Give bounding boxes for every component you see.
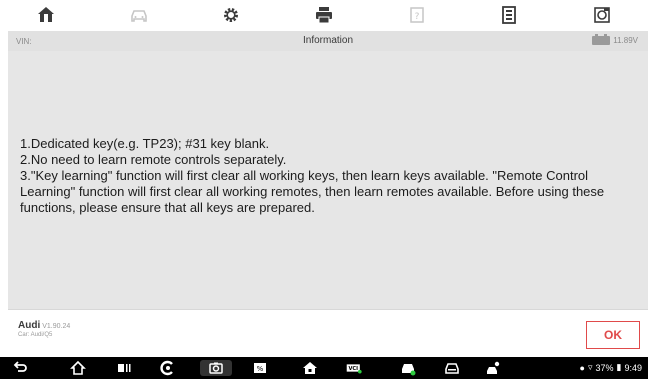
recent-apps-icon[interactable] [116,360,132,376]
settings-button[interactable] [185,0,278,30]
svg-text:%: % [257,365,264,373]
print-icon [316,7,333,24]
help-button[interactable]: ? [370,0,463,30]
message-line: 3."Key learning" function will first cle… [20,168,608,215]
battery-icon [592,34,611,45]
print-button[interactable] [278,0,371,30]
home-nav-icon[interactable] [70,360,86,376]
camera-icon[interactable] [200,360,232,376]
car-service-icon[interactable] [444,360,460,376]
notification-icon: ● [579,362,585,373]
message-line: 2.No need to learn remote controls separ… [20,152,287,167]
vehicle-model: Car: Audi/Q5 [18,332,53,338]
software-version: V1.90.24 [42,323,71,330]
car-icon [131,10,147,22]
screenshot-button[interactable] [555,0,648,30]
brand-name: Audi [18,320,41,331]
data-button[interactable] [463,0,556,30]
app-shortcut-icon[interactable] [160,360,176,376]
status-area: ● ▿ 37% ▮ 9:49 [580,362,642,373]
page-title: Information [302,35,354,46]
screenshot-icon [593,7,610,23]
voltage-value: 11.89V [613,36,638,45]
home-button[interactable] [0,0,93,30]
ok-button[interactable]: OK [586,321,640,349]
svg-text:?: ? [414,12,419,22]
battery-voltage: 11.89V [592,34,638,45]
car-mechanic-icon[interactable] [486,360,502,376]
gear-icon [224,8,239,22]
help-icon: ? [409,7,424,23]
svg-text:VCI: VCI [348,366,358,372]
back-icon[interactable] [12,360,28,376]
vehicle-brand: Audi V1.90.24 [18,320,70,331]
top-toolbar: ? [0,0,648,30]
battery-percent: 37% [595,362,614,373]
message-panel: 1.Dedicated key(e.g. TP23); #31 key blan… [8,51,648,309]
wifi-icon: ▿ [587,362,593,372]
clock: 9:49 [624,362,642,373]
car-diagnose-icon[interactable] [400,360,416,376]
info-header: VIN: Information 11.89V [8,31,648,51]
home-app-icon[interactable] [302,360,318,376]
battery-status-icon: ▮ [616,362,622,372]
vci-icon[interactable]: VCI [346,360,368,376]
message-line: 1.Dedicated key(e.g. TP23); #31 key blan… [20,136,270,151]
message-text: 1.Dedicated key(e.g. TP23); #31 key blan… [20,136,642,216]
data-icon [502,6,517,24]
toolbox-icon[interactable]: % [252,360,268,376]
home-icon [38,7,55,22]
vehicle-button[interactable] [93,0,186,30]
footer-bar: Audi V1.90.24 Car: Audi/Q5 OK [8,309,648,357]
system-nav-bar: % VCI ● ▿ 37% ▮ 9:49 [0,357,648,379]
